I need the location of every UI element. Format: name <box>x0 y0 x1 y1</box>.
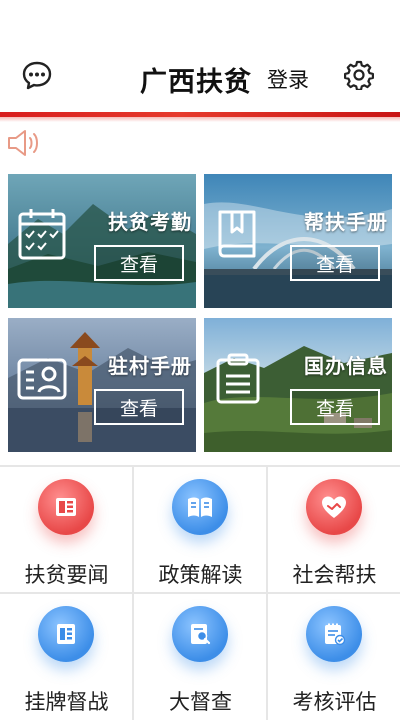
page-title: 广西扶贫 <box>140 67 252 98</box>
grid-item-label: 政策解读 <box>158 563 243 587</box>
view-button[interactable]: 查看 <box>94 389 184 425</box>
card-title: 帮扶手册 <box>304 210 388 234</box>
chat-icon[interactable] <box>20 58 54 92</box>
grid-item-assessment-evaluation[interactable]: 考核评估 <box>268 594 400 720</box>
open-book-icon <box>172 479 228 535</box>
view-button[interactable]: 查看 <box>290 389 380 425</box>
grid-item-major-inspection[interactable]: 大督查 <box>134 594 267 720</box>
grid-item-policy-interpretation[interactable]: 政策解读 <box>134 467 267 593</box>
view-button[interactable]: 查看 <box>94 245 184 281</box>
heart-handshake-icon <box>306 479 362 535</box>
speaker-icon[interactable] <box>6 126 42 160</box>
grid-item-label: 大督查 <box>169 690 232 714</box>
news-icon <box>38 479 94 535</box>
card-assistance-handbook[interactable]: 帮扶手册 查看 <box>204 174 392 308</box>
app-header: 广西扶贫 登录 <box>0 0 400 122</box>
gear-icon[interactable] <box>342 58 376 92</box>
search-document-icon <box>172 606 228 662</box>
card-title: 扶贫考勤 <box>108 210 192 234</box>
grid-item-listed-supervision[interactable]: 挂牌督战 <box>0 594 133 720</box>
grid-item-label: 挂牌督战 <box>24 690 109 714</box>
view-button[interactable]: 查看 <box>290 245 380 281</box>
login-button[interactable]: 登录 <box>267 64 309 94</box>
card-village-handbook[interactable]: 驻村手册 查看 <box>8 318 196 452</box>
card-state-office-info[interactable]: 国办信息 查看 <box>204 318 392 452</box>
feature-grid: 扶贫要闻 政策解读 社会帮扶 挂牌督战 大督查 考核评估 <box>0 465 400 720</box>
document-icon <box>38 606 94 662</box>
card-title: 国办信息 <box>304 354 388 378</box>
grid-item-label: 考核评估 <box>292 690 377 714</box>
card-title: 驻村手册 <box>108 354 192 378</box>
book-icon <box>212 206 264 262</box>
calendar-icon <box>16 206 68 262</box>
clipboard-icon <box>212 350 264 406</box>
id-card-icon <box>16 350 68 406</box>
grid-item-label: 社会帮扶 <box>292 563 377 587</box>
checklist-icon <box>306 606 362 662</box>
grid-item-label: 扶贫要闻 <box>24 563 109 587</box>
card-attendance[interactable]: 扶贫考勤 查看 <box>8 174 196 308</box>
grid-item-social-assistance[interactable]: 社会帮扶 <box>268 467 400 593</box>
grid-item-poverty-news[interactable]: 扶贫要闻 <box>0 467 133 593</box>
